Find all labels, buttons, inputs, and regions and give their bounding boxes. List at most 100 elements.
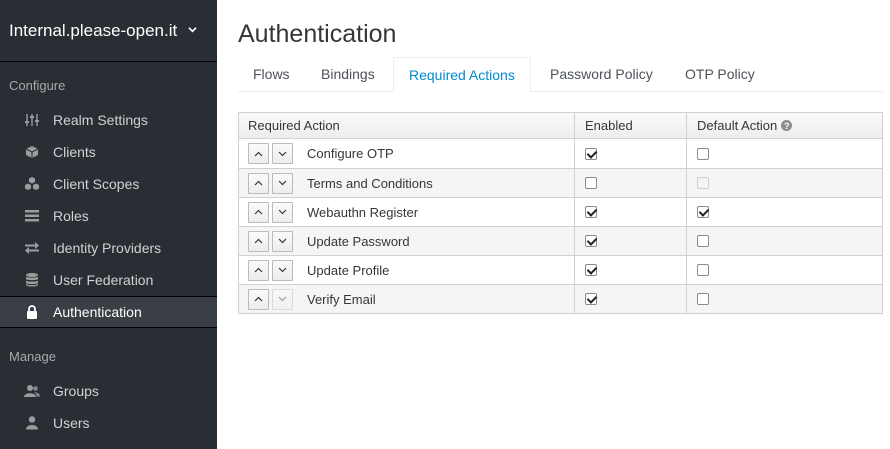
user-icon: [24, 415, 40, 431]
move-down-button[interactable]: [272, 288, 293, 310]
tab-otp-policy[interactable]: OTP Policy: [670, 57, 770, 92]
chevron-up-icon: [254, 151, 263, 157]
cube-icon: [24, 144, 40, 160]
default-action-checkbox[interactable]: [697, 264, 709, 276]
sidebar-item-users[interactable]: Users: [0, 407, 217, 439]
tab-required-actions[interactable]: Required Actions: [393, 57, 531, 93]
move-up-button[interactable]: [248, 230, 269, 252]
table-row: Terms and Conditions: [239, 168, 882, 197]
sidebar-item-realm-settings[interactable]: Realm Settings: [0, 104, 217, 136]
default-action-cell: [686, 198, 882, 226]
required-action-name: Terms and Conditions: [307, 175, 433, 191]
move-up-button[interactable]: [248, 143, 269, 164]
sidebar-item-label: Clients: [53, 144, 96, 160]
move-up-button[interactable]: [248, 288, 269, 310]
enabled-checkbox[interactable]: [585, 177, 597, 189]
realm-name: Internal.please-open.it: [9, 20, 178, 40]
chevron-down-icon: [278, 296, 287, 302]
enabled-cell: [574, 256, 686, 284]
required-actions-table: Required Action Enabled Default Action ?…: [238, 112, 883, 314]
required-action-name: Update Password: [307, 233, 410, 249]
enabled-cell: [574, 227, 686, 255]
enabled-cell: [574, 285, 686, 313]
enabled-cell: [574, 169, 686, 197]
exchange-icon: [24, 240, 40, 256]
required-action-cell: Webauthn Register: [239, 198, 574, 226]
sidebar-item-label: Groups: [53, 383, 99, 399]
sidebar-item-label: User Federation: [53, 272, 154, 288]
table-row: Update Profile: [239, 255, 882, 284]
enabled-cell: [574, 198, 686, 226]
sidebar-item-roles[interactable]: Roles: [0, 200, 217, 232]
configure-section-title: Configure: [9, 78, 66, 93]
sliders-icon: [24, 112, 40, 128]
chevron-down-icon: [278, 151, 287, 157]
column-header-default-action-label: Default Action: [697, 118, 778, 133]
lock-icon: [24, 304, 40, 320]
sidebar-item-clients[interactable]: Clients: [0, 136, 217, 168]
default-action-checkbox[interactable]: [697, 147, 709, 160]
sidebar-item-label: Users: [53, 415, 90, 431]
chevron-up-icon: [254, 180, 263, 186]
chevron-down-icon: [278, 209, 287, 215]
tab-bindings[interactable]: Bindings: [306, 57, 390, 92]
help-icon[interactable]: ?: [781, 120, 793, 131]
move-up-button[interactable]: [248, 172, 269, 194]
enabled-checkbox[interactable]: [585, 293, 597, 305]
column-header-enabled: Enabled: [574, 113, 686, 138]
required-action-name: Verify Email: [307, 291, 376, 307]
default-action-checkbox: [697, 177, 709, 189]
chevron-down-icon: [188, 27, 197, 33]
required-action-cell: Terms and Conditions: [239, 169, 574, 197]
move-down-button[interactable]: [272, 172, 293, 194]
sidebar-item-label: Client Scopes: [53, 176, 140, 192]
required-action-cell: Verify Email: [239, 285, 574, 313]
sidebar-item-label: Realm Settings: [53, 112, 148, 128]
sidebar-item-user-federation[interactable]: User Federation: [0, 264, 217, 296]
move-down-button[interactable]: [272, 230, 293, 252]
sidebar-item-groups[interactable]: Groups: [0, 375, 217, 407]
database-icon: [24, 272, 40, 288]
required-action-cell: Configure OTP: [239, 139, 574, 168]
enabled-checkbox[interactable]: [585, 264, 597, 276]
column-header-default-action: Default Action ?: [686, 113, 882, 138]
default-action-checkbox[interactable]: [697, 235, 709, 247]
enabled-checkbox[interactable]: [585, 147, 597, 160]
chevron-up-icon: [254, 296, 263, 302]
enabled-checkbox[interactable]: [585, 206, 597, 218]
move-down-button[interactable]: [272, 201, 293, 223]
table-row: Verify Email: [239, 284, 882, 313]
tab-password-policy[interactable]: Password Policy: [535, 57, 668, 92]
cubes-icon: [24, 176, 40, 192]
list-icon: [24, 208, 40, 224]
required-action-name: Configure OTP: [307, 146, 394, 161]
default-action-cell: [686, 256, 882, 284]
move-down-button[interactable]: [272, 143, 293, 164]
table-row: Webauthn Register: [239, 197, 882, 226]
sidebar-item-identity-providers[interactable]: Identity Providers: [0, 232, 217, 264]
sidebar-item-client-scopes[interactable]: Client Scopes: [0, 168, 217, 200]
sidebar: Internal.please-open.it Configure Realm …: [0, 0, 217, 449]
table-row: Configure OTP: [239, 139, 882, 168]
required-action-name: Webauthn Register: [307, 204, 419, 220]
required-action-name: Update Profile: [307, 262, 390, 278]
manage-section-title: Manage: [9, 349, 56, 364]
required-action-cell: Update Profile: [239, 256, 574, 284]
default-action-cell: [686, 227, 882, 255]
default-action-checkbox[interactable]: [697, 206, 709, 218]
users-icon: [24, 383, 40, 399]
move-up-button[interactable]: [248, 201, 269, 223]
default-action-checkbox[interactable]: [697, 293, 709, 305]
realm-selector[interactable]: Internal.please-open.it: [0, 0, 217, 62]
table-header-row: Required Action Enabled Default Action ?: [239, 113, 882, 139]
sidebar-item-label: Authentication: [53, 304, 142, 320]
move-up-button[interactable]: [248, 259, 269, 281]
table-row: Update Password: [239, 226, 882, 255]
required-action-cell: Update Password: [239, 227, 574, 255]
sidebar-item-label: Identity Providers: [53, 240, 162, 256]
move-down-button[interactable]: [272, 259, 293, 281]
sidebar-item-authentication[interactable]: Authentication: [0, 296, 217, 328]
tab-flows[interactable]: Flows: [238, 57, 305, 92]
enabled-checkbox[interactable]: [585, 235, 597, 247]
chevron-down-icon: [278, 238, 287, 244]
